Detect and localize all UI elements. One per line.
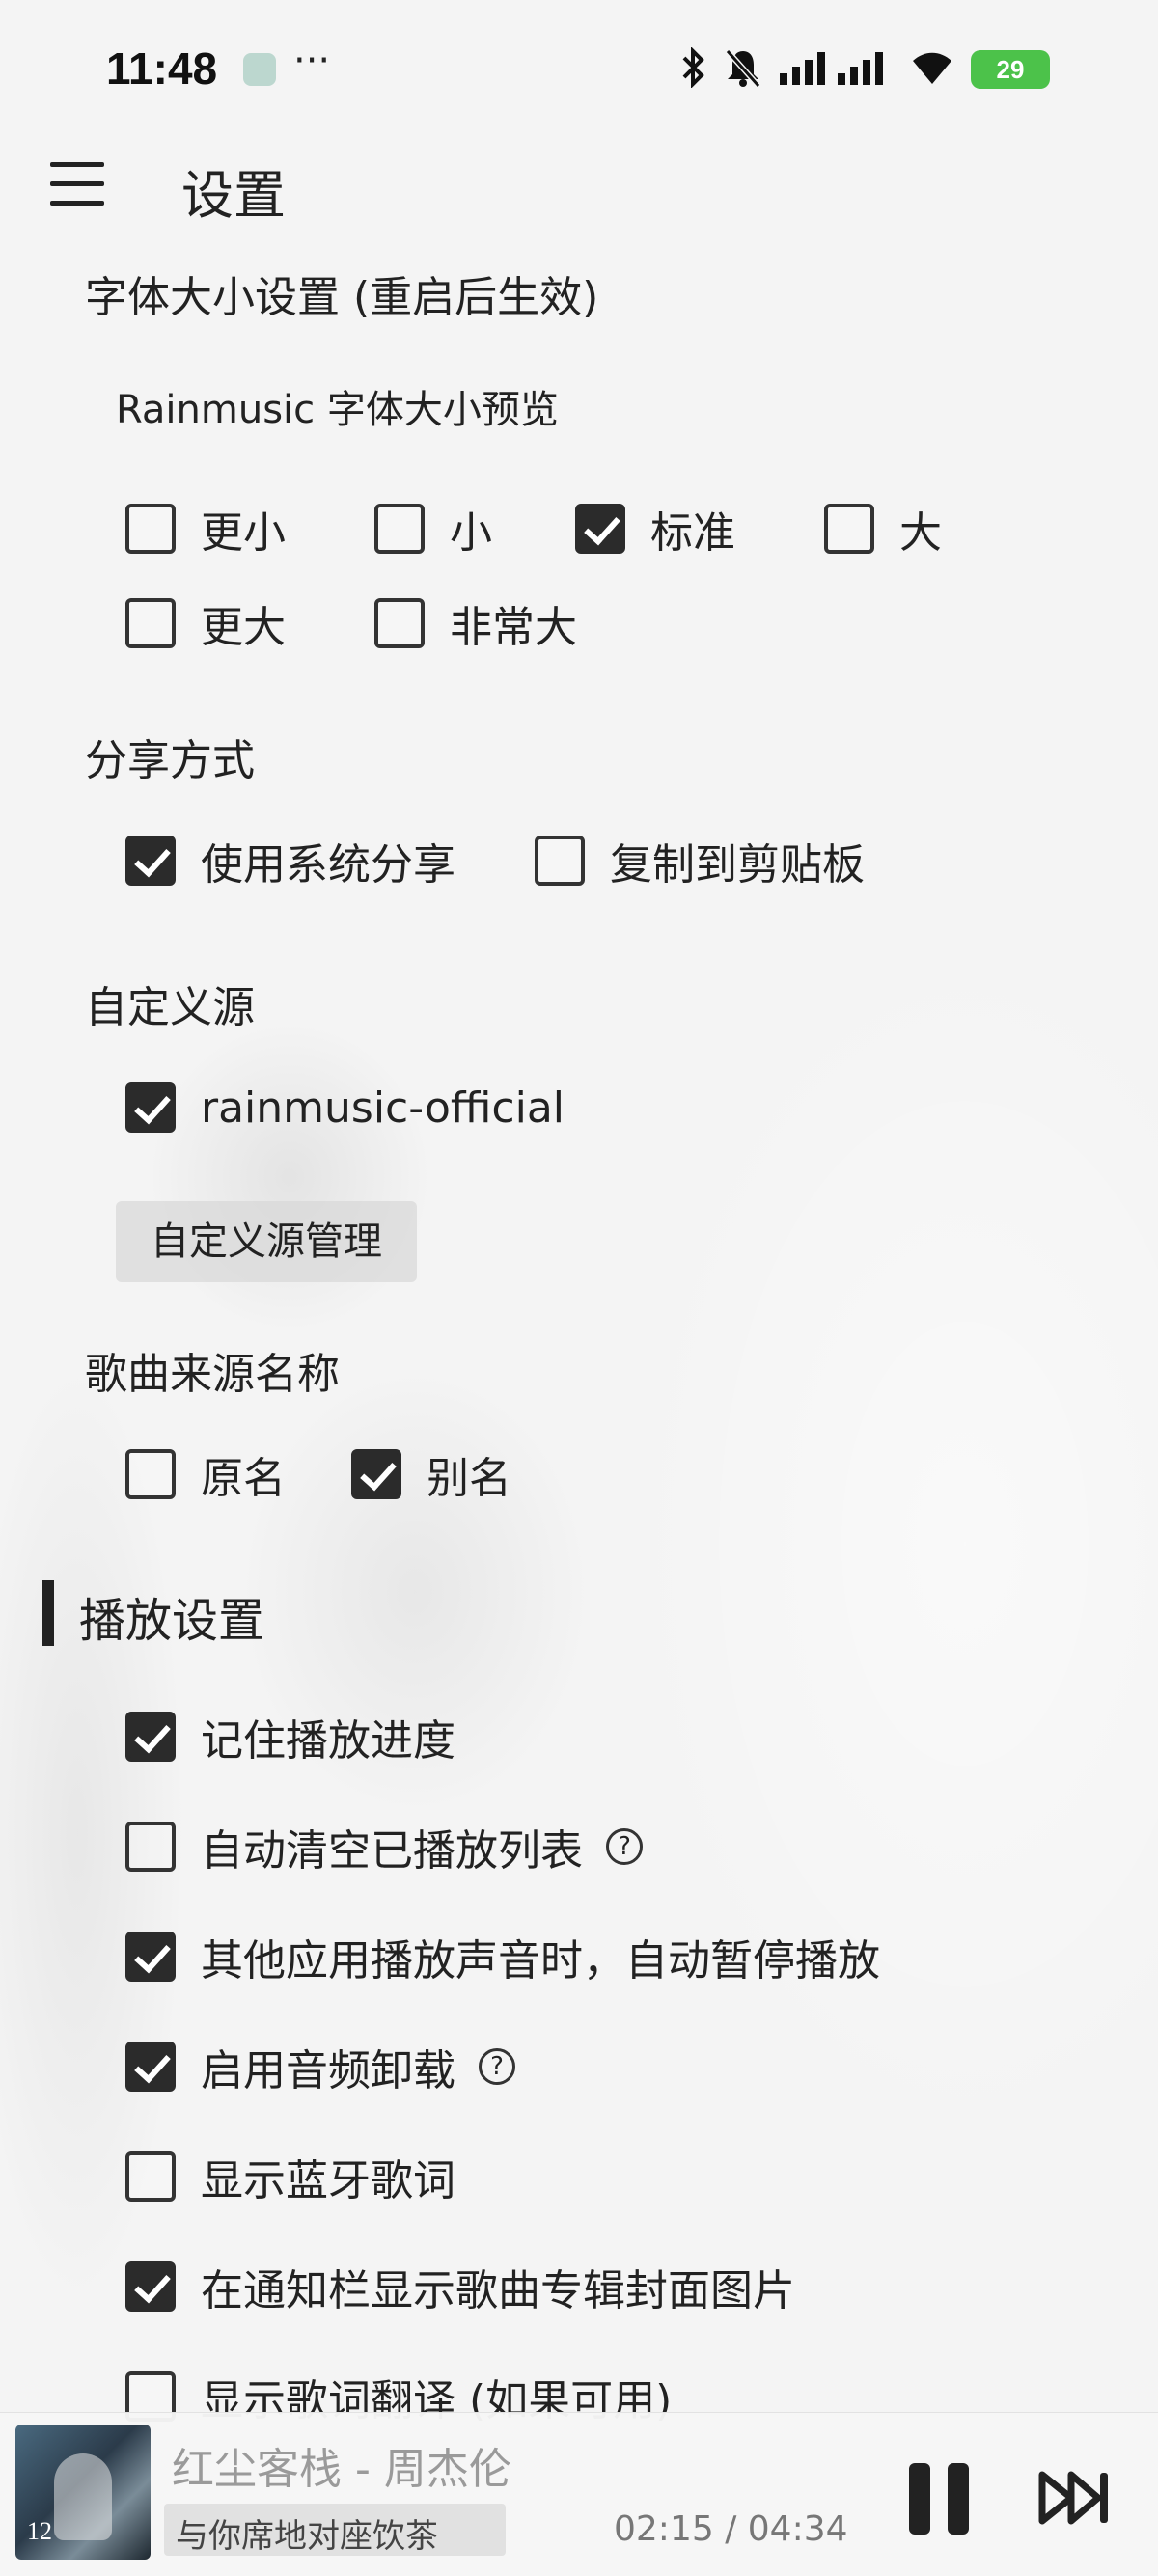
checkbox-checked[interactable] bbox=[125, 2261, 176, 2312]
checkbox-checked[interactable] bbox=[125, 1082, 176, 1133]
page-title: 设置 bbox=[181, 165, 286, 226]
checkbox[interactable] bbox=[374, 504, 425, 554]
option-font-small[interactable]: 小 bbox=[374, 500, 492, 558]
option-source-official[interactable]: rainmusic-official bbox=[125, 1079, 565, 1137]
checkbox[interactable] bbox=[125, 504, 176, 554]
option-label: 非常大 bbox=[450, 603, 577, 652]
custom-source-label: 自定义源 bbox=[85, 983, 255, 1032]
current-lyric: 与你席地对座饮茶 bbox=[176, 2517, 438, 2556]
option-font-standard[interactable]: 标准 bbox=[575, 500, 735, 558]
checkbox-checked[interactable] bbox=[125, 836, 176, 886]
option-label: 其他应用播放声音时，自动暂停播放 bbox=[201, 1936, 880, 1986]
bluetooth-icon bbox=[681, 46, 706, 92]
lyric-box: 与你席地对座饮茶 bbox=[164, 2504, 506, 2556]
option-bluetooth-lyrics[interactable]: 显示蓝牙歌词 bbox=[125, 2148, 455, 2206]
song-title: 红尘客栈 - 周杰伦 bbox=[172, 2445, 511, 2494]
checkbox[interactable] bbox=[824, 504, 874, 554]
option-label: 记住播放进度 bbox=[201, 1716, 455, 1766]
help-icon[interactable]: ? bbox=[606, 1828, 643, 1865]
checkbox[interactable] bbox=[535, 836, 585, 886]
status-time: 11:48 bbox=[106, 43, 218, 94]
option-label: rainmusic-official bbox=[201, 1082, 565, 1133]
option-label: 更小 bbox=[201, 508, 286, 558]
status-bar: 11:48 ··· 29 bbox=[0, 0, 1158, 135]
option-remember-progress[interactable]: 记住播放进度 bbox=[125, 1708, 455, 1766]
font-size-label: 字体大小设置 (重启后生效) bbox=[85, 273, 599, 322]
checkbox[interactable] bbox=[374, 598, 425, 648]
next-track-button[interactable] bbox=[1038, 2469, 1112, 2527]
option-font-larger[interactable]: 更大 bbox=[125, 594, 286, 652]
pause-button[interactable] bbox=[905, 2463, 973, 2535]
option-auto-clear-played[interactable]: 自动清空已播放列表 ? bbox=[125, 1818, 643, 1876]
option-audio-offload[interactable]: 启用音频卸载 ? bbox=[125, 2038, 515, 2096]
wifi-icon bbox=[911, 49, 953, 90]
checkbox[interactable] bbox=[125, 2151, 176, 2202]
option-label: 复制到剪贴板 bbox=[610, 840, 865, 890]
playback-time: 02:15 / 04:34 bbox=[614, 2509, 848, 2549]
album-cover[interactable]: 12 bbox=[15, 2425, 151, 2560]
song-source-name-label: 歌曲来源名称 bbox=[85, 1350, 340, 1399]
option-copy-clipboard[interactable]: 复制到剪贴板 bbox=[535, 832, 865, 890]
option-label: 标准 bbox=[650, 508, 735, 558]
battery-indicator: 29 bbox=[971, 50, 1050, 89]
option-label: 大 bbox=[899, 508, 942, 558]
checkbox-checked[interactable] bbox=[125, 2042, 176, 2092]
checkbox-checked[interactable] bbox=[351, 1449, 401, 1499]
option-alias-name[interactable]: 别名 bbox=[351, 1445, 511, 1503]
option-label: 原名 bbox=[201, 1454, 286, 1503]
checkbox[interactable] bbox=[125, 598, 176, 648]
menu-icon[interactable] bbox=[50, 162, 104, 208]
option-label: 别名 bbox=[427, 1454, 511, 1503]
option-original-name[interactable]: 原名 bbox=[125, 1445, 286, 1503]
option-notification-cover[interactable]: 在通知栏显示歌曲专辑封面图片 bbox=[125, 2258, 795, 2316]
option-font-smaller[interactable]: 更小 bbox=[125, 500, 286, 558]
option-auto-pause[interactable]: 其他应用播放声音时，自动暂停播放 bbox=[125, 1928, 880, 1986]
option-label: 使用系统分享 bbox=[201, 840, 455, 890]
share-method-label: 分享方式 bbox=[85, 736, 255, 785]
option-label: 更大 bbox=[201, 603, 286, 652]
checkbox[interactable] bbox=[125, 1449, 176, 1499]
album-cover-text: 12 bbox=[27, 2517, 52, 2545]
option-system-share[interactable]: 使用系统分享 bbox=[125, 832, 455, 890]
checkbox[interactable] bbox=[125, 1822, 176, 1872]
checkbox-checked[interactable] bbox=[125, 1932, 176, 1982]
skip-next-icon bbox=[1038, 2471, 1108, 2525]
playback-section-title: 播放设置 bbox=[79, 1594, 265, 1648]
app-bar: 设置 bbox=[0, 135, 1158, 241]
status-icons: 29 bbox=[681, 46, 1050, 93]
custom-source-manage-button[interactable]: 自定义源管理 bbox=[116, 1201, 417, 1282]
help-icon[interactable]: ? bbox=[479, 2048, 515, 2085]
more-notifications-icon: ··· bbox=[293, 39, 331, 83]
checkbox-checked[interactable] bbox=[125, 1712, 176, 1762]
notification-app-icon bbox=[243, 53, 276, 86]
signal-icon bbox=[780, 48, 894, 91]
option-label: 自动清空已播放列表 bbox=[201, 1826, 583, 1876]
font-size-preview: Rainmusic 字体大小预览 bbox=[116, 388, 559, 432]
option-label: 启用音频卸载 bbox=[201, 2046, 455, 2096]
option-label: 在通知栏显示歌曲专辑封面图片 bbox=[201, 2266, 795, 2316]
bell-muted-icon bbox=[724, 47, 762, 92]
option-label: 显示蓝牙歌词 bbox=[201, 2156, 455, 2206]
option-label: 小 bbox=[450, 508, 492, 558]
option-font-large[interactable]: 大 bbox=[824, 500, 942, 558]
checkbox-checked[interactable] bbox=[575, 504, 625, 554]
mini-player[interactable]: 12 红尘客栈 - 周杰伦 与你席地对座饮茶 02:15 / 04:34 bbox=[0, 2412, 1158, 2576]
option-font-huge[interactable]: 非常大 bbox=[374, 594, 577, 652]
section-indicator bbox=[42, 1580, 54, 1646]
